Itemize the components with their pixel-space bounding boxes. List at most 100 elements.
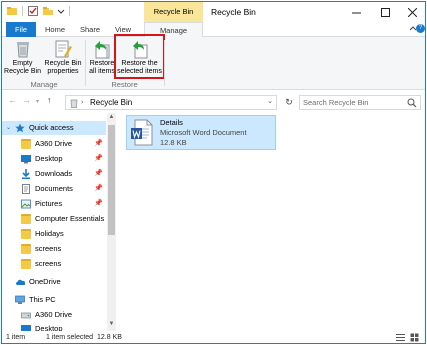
- folder-icon: [21, 244, 31, 254]
- nav-item-downloads[interactable]: Downloads 📌: [2, 167, 106, 181]
- word-document-icon: [131, 119, 153, 146]
- restore-all-icon: [92, 39, 112, 59]
- desktop-icon: [21, 154, 31, 164]
- chevron-down-icon[interactable]: ⌄: [267, 97, 273, 105]
- nav-item-documents[interactable]: Documents 📌: [2, 182, 106, 196]
- minimize-icon: [351, 12, 361, 13]
- refresh-icon: ↻: [285, 97, 293, 107]
- close-icon: [407, 7, 417, 17]
- status-item-count: 1 item: [6, 334, 26, 341]
- restore-all-items-button[interactable]: Restore all items: [87, 39, 117, 78]
- explorer-window: Recycle Bin Tools Recycle Bin File Home …: [1, 1, 426, 344]
- chevron-down-icon[interactable]: [57, 5, 65, 17]
- help-icon[interactable]: ?: [416, 24, 425, 33]
- search-icon: [407, 98, 417, 108]
- folder-icon: [21, 214, 31, 224]
- highlight-annotation-box: [114, 34, 165, 79]
- file-size: 12.8 KB: [160, 138, 187, 147]
- tab-home[interactable]: Home: [40, 22, 70, 37]
- pin-icon[interactable]: 📌: [94, 137, 103, 151]
- status-bar: 1 item 1 item selected 12.8 KB: [2, 331, 425, 343]
- restore-all-label-line1: Restore: [89, 60, 115, 67]
- scroll-up-icon[interactable]: ▲: [107, 114, 116, 120]
- star-icon: [15, 123, 25, 133]
- title-bar: Recycle Bin Tools Recycle Bin: [2, 2, 425, 36]
- nav-item-quick-access[interactable]: ⌄ Quick access: [2, 121, 106, 135]
- details-view-icon[interactable]: [396, 333, 405, 342]
- nav-item-label: screens: [35, 244, 62, 253]
- nav-item-desktop[interactable]: Desktop 📌: [2, 152, 106, 166]
- nav-item-label: OneDrive: [29, 277, 61, 286]
- pin-icon[interactable]: 📌: [94, 152, 103, 166]
- pictures-icon: [21, 199, 31, 209]
- folder-icon: [21, 229, 31, 239]
- address-row: ← → ▾ ↑ › Recycle Bin ⌄ ↻ Search Recycle…: [2, 91, 425, 113]
- new-folder-icon[interactable]: [42, 5, 54, 17]
- minimize-button[interactable]: [342, 2, 370, 22]
- empty-bin-label-line1: Empty: [12, 60, 33, 67]
- maximize-icon: [380, 7, 390, 17]
- nav-item-screens[interactable]: screens: [2, 242, 106, 256]
- nav-item-desktop-pc[interactable]: Desktop: [2, 322, 106, 331]
- recycle-bin-small-icon: [69, 98, 79, 110]
- chevron-down-icon[interactable]: ⌄: [6, 121, 11, 135]
- nav-item-onedrive[interactable]: OneDrive: [2, 275, 106, 289]
- recent-locations-chevron-icon[interactable]: ▾: [36, 98, 39, 105]
- scrollbar-thumb[interactable]: [108, 125, 115, 235]
- group-label-manage: Manage: [30, 80, 58, 89]
- ribbon-tab-row: File Home Share View Manage ?: [2, 22, 425, 38]
- pin-icon[interactable]: 📌: [94, 197, 103, 211]
- drive-icon: [21, 310, 31, 320]
- file-item-details[interactable]: Details Microsoft Word Document 12.8 KB: [126, 115, 276, 150]
- nav-item-a360-drive-pc[interactable]: A360 Drive: [2, 308, 106, 322]
- nav-item-label: This PC: [29, 295, 56, 304]
- status-selected: 1 item selected: [46, 334, 94, 341]
- cloud-icon: [15, 277, 26, 287]
- nav-pane-scrollbar[interactable]: ▲ ▼: [107, 113, 116, 331]
- nav-item-label: Desktop: [35, 324, 63, 331]
- empty-recycle-bin-button[interactable]: Empty Recycle Bin: [4, 39, 41, 78]
- documents-icon: [21, 184, 31, 194]
- nav-item-screens-2[interactable]: screens: [2, 257, 106, 271]
- properties-label-line2: properties: [47, 68, 79, 75]
- nav-item-label: Computer Essentials V: [35, 214, 106, 223]
- nav-item-label: Documents: [35, 184, 73, 193]
- properties-check-icon[interactable]: [27, 5, 39, 17]
- pin-icon[interactable]: 📌: [94, 167, 103, 181]
- nav-item-label: Desktop: [35, 154, 63, 163]
- restore-all-label-line2: all items: [89, 68, 115, 75]
- tab-file[interactable]: File: [6, 22, 36, 37]
- nav-item-label: screens: [35, 259, 62, 268]
- toolbar-divider: [69, 6, 70, 16]
- refresh-button[interactable]: ↻: [282, 95, 296, 110]
- nav-item-this-pc[interactable]: This PC: [2, 293, 106, 307]
- up-arrow-icon[interactable]: ↑: [47, 95, 52, 105]
- nav-item-holidays[interactable]: Holidays: [2, 227, 106, 241]
- breadcrumb[interactable]: Recycle Bin: [90, 97, 132, 109]
- search-input[interactable]: Search Recycle Bin: [303, 97, 368, 109]
- desktop-icon: [21, 324, 31, 331]
- file-type: Microsoft Word Document: [160, 128, 247, 137]
- group-label-restore: Restore: [111, 80, 138, 89]
- search-box[interactable]: Search Recycle Bin: [299, 95, 421, 110]
- nav-item-label: A360 Drive: [35, 139, 73, 148]
- address-bar[interactable]: › Recycle Bin ⌄: [65, 95, 277, 110]
- group-divider: [85, 40, 86, 86]
- forward-arrow-icon[interactable]: →: [22, 95, 31, 105]
- nav-item-pictures[interactable]: Pictures 📌: [2, 197, 106, 211]
- computer-icon: [15, 295, 25, 305]
- nav-item-computer-essentials[interactable]: Computer Essentials V: [2, 212, 106, 226]
- tab-share[interactable]: Share: [75, 22, 105, 37]
- window-title: Recycle Bin: [211, 7, 256, 17]
- large-icons-view-icon[interactable]: [410, 333, 419, 342]
- nav-item-a360-drive[interactable]: A360 Drive 📌: [2, 137, 106, 151]
- back-arrow-icon[interactable]: ←: [8, 95, 17, 105]
- maximize-button[interactable]: [371, 2, 399, 22]
- recycle-bin-icon: [13, 39, 33, 59]
- nav-item-label: A360 Drive: [35, 310, 73, 319]
- pin-icon[interactable]: 📌: [94, 182, 103, 196]
- nav-item-label: Holidays: [35, 229, 64, 238]
- close-button[interactable]: [398, 2, 425, 22]
- recycle-bin-properties-button[interactable]: Recycle Bin properties: [42, 39, 84, 78]
- scroll-down-icon[interactable]: ▼: [107, 321, 116, 327]
